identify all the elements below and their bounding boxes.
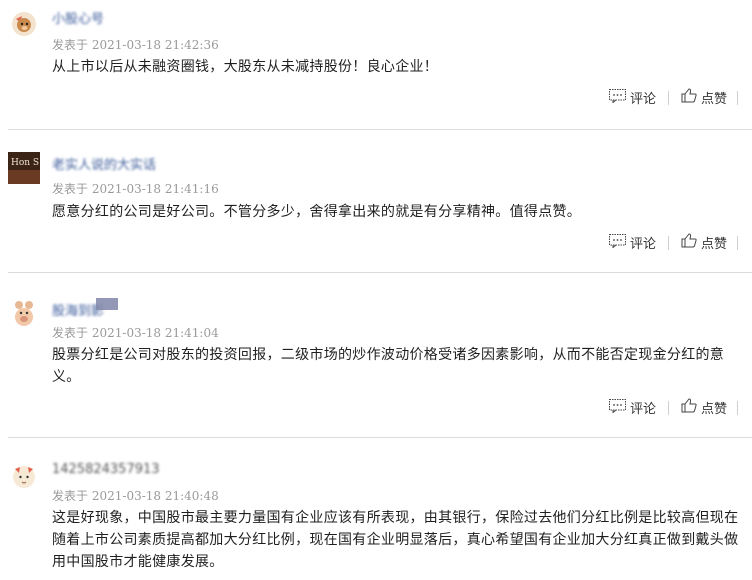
- timestamp: 发表于 2021-03-18 21:41:04: [52, 324, 219, 341]
- username[interactable]: 老实人说的大实话: [52, 154, 172, 173]
- comment-divider: [8, 437, 752, 438]
- comment-bubble-icon: [608, 233, 626, 252]
- action-divider: [737, 400, 738, 415]
- timestamp: 发表于 2021-03-18 21:40:48: [52, 487, 219, 504]
- comment-bubble-icon: [608, 88, 626, 107]
- username[interactable]: 1425824357913: [52, 462, 170, 477]
- time-prefix: 发表于: [52, 326, 89, 340]
- like-label: 点赞: [700, 237, 727, 252]
- reply-button[interactable]: 评论: [608, 233, 656, 252]
- action-divider: [737, 90, 738, 105]
- action-divider: [737, 235, 738, 250]
- reply-button[interactable]: 评论: [608, 398, 656, 417]
- like-label: 点赞: [700, 92, 727, 107]
- avatar-text: Hon S: [11, 158, 39, 168]
- timestamp: 发表于 2021-03-18 21:41:16: [52, 180, 219, 197]
- comment-text: 从上市以后从未融资圈钱，大股东从未减持股份！良心企业！: [52, 59, 439, 75]
- thumbs-up-icon: [681, 398, 697, 417]
- reply-label: 评论: [629, 237, 656, 252]
- username[interactable]: 小股心号: [52, 8, 112, 27]
- thumbs-up-icon: [681, 88, 697, 107]
- action-divider: [667, 400, 669, 415]
- time-value: 2021-03-18 21:42:36: [91, 38, 219, 52]
- reply-button[interactable]: 评论: [608, 88, 656, 107]
- comment-text: 愿意分红的公司是好公司。不管分多少，舍得拿出来的就是有分享精神。值得点赞。: [52, 204, 582, 220]
- time-prefix: 发表于: [52, 182, 89, 196]
- time-value: 2021-03-18 21:40:48: [91, 489, 219, 503]
- like-button[interactable]: 点赞: [681, 398, 727, 417]
- comment-divider: [8, 129, 752, 130]
- hippo-avatar-icon[interactable]: [10, 298, 38, 326]
- timestamp: 发表于 2021-03-18 21:42:36: [52, 36, 219, 53]
- thumbs-up-icon: [681, 233, 697, 252]
- like-button[interactable]: 点赞: [681, 233, 727, 252]
- comment-actions: 评论 点赞: [608, 398, 738, 417]
- comment-divider: [8, 272, 752, 273]
- comment-actions: 评论 点赞: [608, 88, 738, 107]
- time-value: 2021-03-18 21:41:16: [91, 182, 219, 196]
- monkey-avatar-icon[interactable]: [10, 10, 38, 38]
- photo-avatar-icon[interactable]: Hon S: [8, 152, 40, 184]
- like-label: 点赞: [700, 402, 727, 417]
- time-value: 2021-03-18 21:41:04: [91, 326, 219, 340]
- reply-label: 评论: [629, 402, 656, 417]
- action-divider: [667, 90, 669, 105]
- time-prefix: 发表于: [52, 38, 89, 52]
- like-button[interactable]: 点赞: [681, 88, 727, 107]
- comment-text: 股票分红是公司对股东的投资回报，二级市场的炒作波动价格受诸多因素影响，从而不能否…: [52, 347, 725, 385]
- username-mask: [96, 298, 118, 310]
- comment-bubble-icon: [608, 398, 626, 417]
- reply-label: 评论: [629, 92, 656, 107]
- action-divider: [667, 235, 669, 250]
- time-prefix: 发表于: [52, 489, 89, 503]
- cat-avatar-icon[interactable]: [10, 462, 38, 490]
- comment-text: 这是好现象，中国股市最主要力量国有企业应该有所表现，由其银行，保险过去他们分红比…: [52, 510, 739, 570]
- comment-actions: 评论 点赞: [608, 233, 738, 252]
